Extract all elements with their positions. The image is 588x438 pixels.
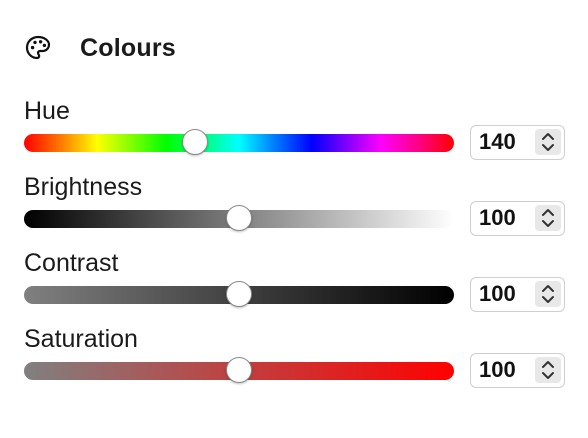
brightness-stepper[interactable]: 100 bbox=[470, 201, 565, 236]
hue-value[interactable]: 140 bbox=[479, 126, 525, 158]
stepper-arrows-icon[interactable] bbox=[535, 357, 561, 383]
colours-header: Colours bbox=[24, 32, 176, 64]
hue-label: Hue bbox=[24, 97, 70, 125]
contrast-slider-thumb[interactable] bbox=[226, 281, 252, 307]
hue-slider-thumb[interactable] bbox=[181, 129, 208, 155]
contrast-row: Contrast 100 bbox=[0, 248, 588, 324]
stepper-arrows-icon[interactable] bbox=[535, 129, 561, 155]
saturation-label: Saturation bbox=[24, 325, 138, 353]
stepper-arrows-icon[interactable] bbox=[535, 281, 561, 307]
hue-slider[interactable] bbox=[24, 129, 454, 155]
brightness-value[interactable]: 100 bbox=[479, 202, 525, 234]
palette-icon bbox=[24, 34, 52, 62]
saturation-row: Saturation 100 bbox=[0, 324, 588, 400]
section-title: Colours bbox=[80, 33, 176, 62]
brightness-label: Brightness bbox=[24, 173, 143, 201]
contrast-slider[interactable] bbox=[24, 281, 454, 307]
hue-slider-track[interactable] bbox=[24, 134, 454, 152]
contrast-stepper[interactable]: 100 bbox=[470, 277, 565, 312]
brightness-slider[interactable] bbox=[24, 205, 454, 231]
brightness-slider-thumb[interactable] bbox=[226, 205, 252, 231]
saturation-stepper[interactable]: 100 bbox=[470, 353, 565, 388]
contrast-value[interactable]: 100 bbox=[479, 278, 525, 310]
saturation-value[interactable]: 100 bbox=[479, 354, 525, 386]
stepper-arrows-icon[interactable] bbox=[535, 205, 561, 231]
colours-panel: Colours Hue 140 Brightness 100 Contrast … bbox=[0, 0, 588, 438]
hue-row: Hue 140 bbox=[0, 96, 588, 172]
saturation-slider[interactable] bbox=[24, 357, 454, 383]
hue-stepper[interactable]: 140 bbox=[470, 125, 565, 160]
brightness-row: Brightness 100 bbox=[0, 172, 588, 248]
contrast-label: Contrast bbox=[24, 249, 119, 277]
saturation-slider-thumb[interactable] bbox=[226, 357, 252, 383]
